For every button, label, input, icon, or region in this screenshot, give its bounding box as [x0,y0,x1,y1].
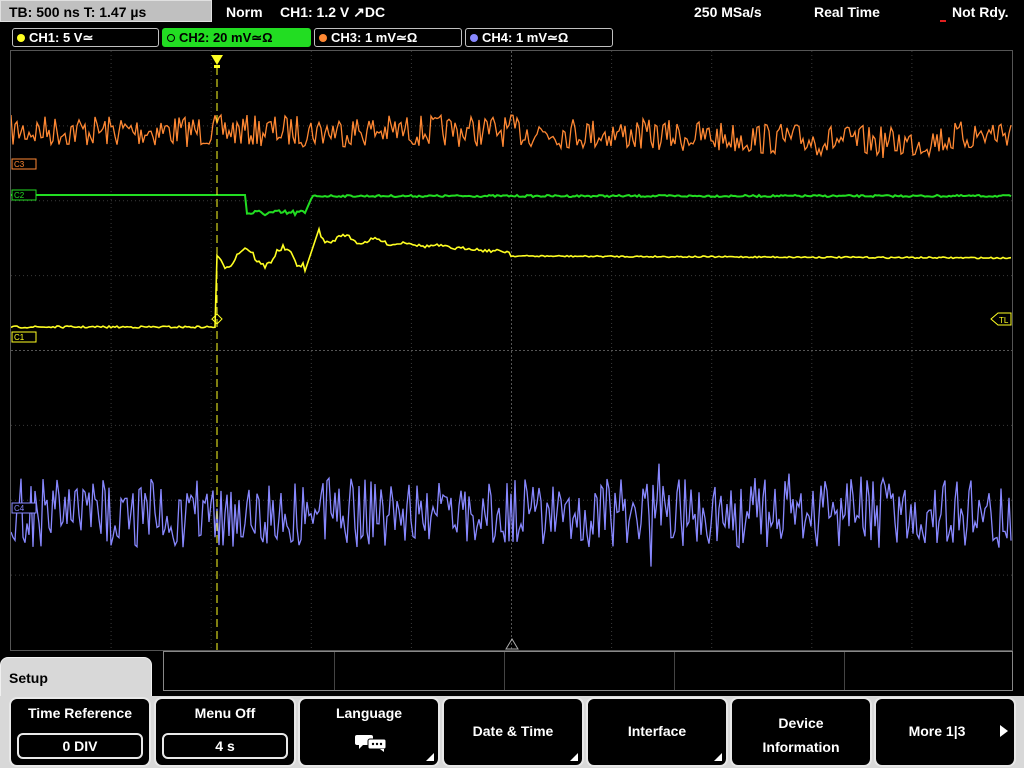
ch1-marker-label: C1 [14,333,25,342]
acquisition-mode: Real Time [814,4,880,20]
ch1-label: CH1: 5 V≃ [29,30,94,45]
trigger-position-marker[interactable] [211,55,223,65]
time-reference-value: 0 DIV [17,733,143,759]
submenu-corner-icon [426,753,434,761]
ch1-ground-marker[interactable]: C1 [11,331,37,343]
ch4-color-dot [470,34,478,42]
ch3-marker-label: C3 [14,160,25,169]
timebase-readout[interactable]: TB: 500 ns T: 1.47 µs [0,0,212,22]
ch3-color-dot [319,34,327,42]
menu-off-button[interactable]: Menu Off 4 s [154,697,296,767]
menu-title: Setup [0,657,152,697]
next-page-arrow-icon [1000,725,1008,737]
tab-ch1[interactable]: CH1: 5 V≃ [12,28,159,47]
time-reference-button[interactable]: Time Reference 0 DIV [9,697,151,767]
ch4-marker-label: C4 [14,504,25,513]
trigger-mode[interactable]: Norm [226,0,263,24]
more-button[interactable]: More 1|3 [874,697,1016,767]
device-information-label: Device Information [732,711,870,759]
date-time-label: Date & Time [472,723,554,739]
language-label: Language [335,705,403,721]
ch2-color-dot [167,34,175,42]
submenu-corner-icon [570,753,578,761]
strip-cell [335,652,505,690]
strip-cell [164,652,335,690]
tab-ch2[interactable]: CH2: 20 mV≃Ω [162,28,311,47]
strip-cell [845,652,1012,690]
ch4-ground-marker[interactable]: C4 [11,502,37,514]
waveform-display[interactable]: C3 C2 C1 C4 TL [10,50,1013,651]
not-ready-indicator [940,20,946,22]
device-information-button[interactable]: Device Information [730,697,872,767]
trigger-state: Not Rdy. [952,4,1009,20]
sample-rate: 250 MSa/s [694,4,762,20]
trigger-level-label: TL [999,316,1009,325]
graticule [11,51,1012,650]
speech-bubbles-icon [355,735,387,752]
strip-cell [505,652,675,690]
interface-button[interactable]: Interface [586,697,728,767]
trigger-marker-stem [214,65,220,68]
menu-off-value: 4 s [162,733,288,759]
submenu-corner-icon [714,753,722,761]
status-bar: TB: 500 ns T: 1.47 µs Norm CH1: 1.2 V ↗D… [0,0,1024,24]
time-reference-label: Time Reference [27,705,132,721]
trigger-info[interactable]: CH1: 1.2 V ↗DC [280,0,385,24]
device-information-line1: Device [778,715,824,731]
ch2-label: CH2: 20 mV≃Ω [179,30,273,45]
more-label: More 1|3 [908,723,966,739]
trigger-level-marker[interactable]: TL [990,312,1012,326]
ch3-label: CH3: 1 mV≃Ω [331,30,418,45]
ch4-label: CH4: 1 mV≃Ω [482,30,569,45]
menu-off-label: Menu Off [194,705,256,721]
ch2-ground-marker[interactable]: C2 [11,189,37,201]
ch2-marker-label: C2 [14,191,25,200]
interface-label: Interface [627,723,687,739]
tab-ch4[interactable]: CH4: 1 mV≃Ω [465,28,613,47]
ch1-color-dot [17,34,25,42]
language-button[interactable]: Language [298,697,440,767]
device-information-line2: Information [762,739,840,755]
date-time-button[interactable]: Date & Time [442,697,584,767]
waveform-canvas: C3 C2 C1 C4 TL [11,51,1012,650]
menu-strip [163,651,1013,691]
strip-cell [675,652,845,690]
tab-ch3[interactable]: CH3: 1 mV≃Ω [314,28,462,47]
ch3-ground-marker[interactable]: C3 [11,158,37,170]
